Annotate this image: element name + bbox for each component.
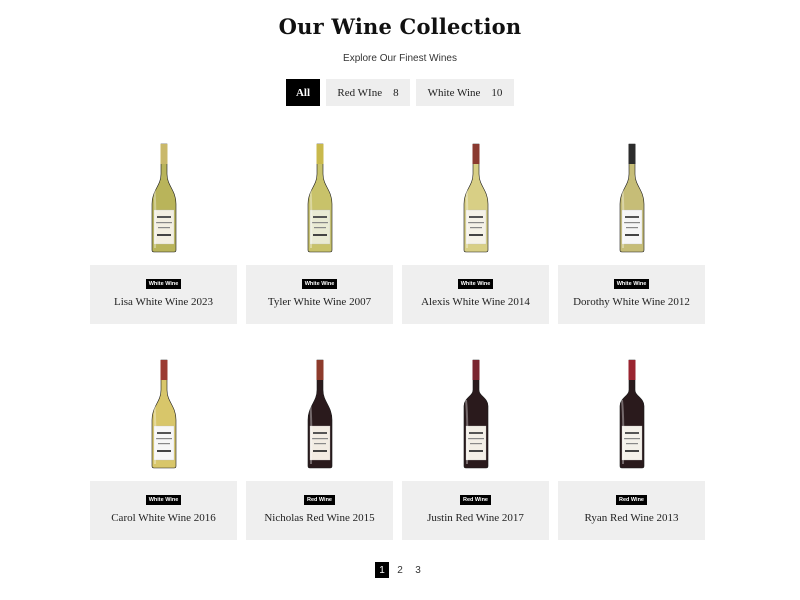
filter-label: All: [295, 86, 311, 99]
product-name[interactable]: Dorothy White Wine 2012: [573, 296, 690, 308]
product-name[interactable]: Nicholas Red Wine 2015: [264, 512, 374, 524]
product-image[interactable]: [402, 346, 549, 469]
wine-bottle-image: [307, 143, 332, 253]
wine-bottle-image: [619, 359, 644, 469]
product-image[interactable]: [558, 346, 705, 469]
product-name[interactable]: Alexis White Wine 2014: [421, 296, 530, 308]
product-info[interactable]: White Wine Alexis White Wine 2014: [402, 265, 549, 324]
category-badge: White Wine: [457, 279, 494, 289]
product-image[interactable]: [558, 130, 705, 253]
filter-red-wine[interactable]: Red WIne 8: [326, 79, 410, 106]
product-info[interactable]: White Wine Carol White Wine 2016: [90, 481, 237, 540]
product-info[interactable]: White Wine Dorothy White Wine 2012: [558, 265, 705, 324]
category-badge: White Wine: [145, 495, 182, 505]
wine-bottle-image: [463, 143, 488, 253]
category-badge: Red Wine: [615, 495, 647, 505]
product-image[interactable]: [90, 130, 237, 253]
product-name[interactable]: Tyler White Wine 2007: [268, 296, 371, 308]
product-info[interactable]: White Wine Lisa White Wine 2023: [90, 265, 237, 324]
product-image[interactable]: [402, 130, 549, 253]
category-badge: White Wine: [613, 279, 650, 289]
filter-label: White Wine: [427, 86, 481, 99]
product-image[interactable]: [90, 346, 237, 469]
page-2-button[interactable]: 2: [393, 562, 407, 578]
filter-count: 8: [393, 86, 399, 99]
wine-bottle-image: [151, 359, 176, 469]
category-badge: White Wine: [301, 279, 338, 289]
product-grid: White Wine Lisa White Wine 2023 White Wi…: [90, 130, 706, 562]
pagination: 1 2 3: [0, 562, 800, 578]
product-card[interactable]: White Wine Tyler White Wine 2007: [246, 130, 393, 346]
filter-count: 10: [491, 86, 503, 99]
category-badge: Red Wine: [459, 495, 491, 505]
category-badge: Red Wine: [303, 495, 335, 505]
product-name[interactable]: Carol White Wine 2016: [111, 512, 216, 524]
product-info[interactable]: Red Wine Justin Red Wine 2017: [402, 481, 549, 540]
product-name[interactable]: Justin Red Wine 2017: [427, 512, 524, 524]
page-1-button[interactable]: 1: [375, 562, 389, 578]
wine-bottle-image: [151, 143, 176, 253]
wine-bottle-image: [463, 359, 488, 469]
product-card[interactable]: White Wine Alexis White Wine 2014: [402, 130, 549, 346]
product-name[interactable]: Ryan Red Wine 2013: [585, 512, 679, 524]
product-card[interactable]: White Wine Carol White Wine 2016: [90, 346, 237, 562]
product-image[interactable]: [246, 346, 393, 469]
wine-bottle-image: [619, 143, 644, 253]
product-name[interactable]: Lisa White Wine 2023: [114, 296, 213, 308]
filter-label: Red WIne: [337, 86, 383, 99]
product-info[interactable]: Red Wine Ryan Red Wine 2013: [558, 481, 705, 540]
page-3-button[interactable]: 3: [411, 562, 425, 578]
product-card[interactable]: Red Wine Ryan Red Wine 2013: [558, 346, 705, 562]
page-subtitle: Explore Our Finest Wines: [343, 53, 457, 64]
filter-bar: All Red WIne 8 White Wine 10: [0, 79, 800, 106]
product-image[interactable]: [246, 130, 393, 253]
product-card[interactable]: Red Wine Nicholas Red Wine 2015: [246, 346, 393, 562]
product-info[interactable]: Red Wine Nicholas Red Wine 2015: [246, 481, 393, 540]
product-card[interactable]: Red Wine Justin Red Wine 2017: [402, 346, 549, 562]
product-card[interactable]: White Wine Dorothy White Wine 2012: [558, 130, 705, 346]
filter-all[interactable]: All: [286, 79, 320, 106]
category-badge: White Wine: [145, 279, 182, 289]
filter-white-wine[interactable]: White Wine 10: [416, 79, 514, 106]
product-info[interactable]: White Wine Tyler White Wine 2007: [246, 265, 393, 324]
product-card[interactable]: White Wine Lisa White Wine 2023: [90, 130, 237, 346]
wine-bottle-image: [307, 359, 332, 469]
page-title: Our Wine Collection: [278, 14, 522, 39]
